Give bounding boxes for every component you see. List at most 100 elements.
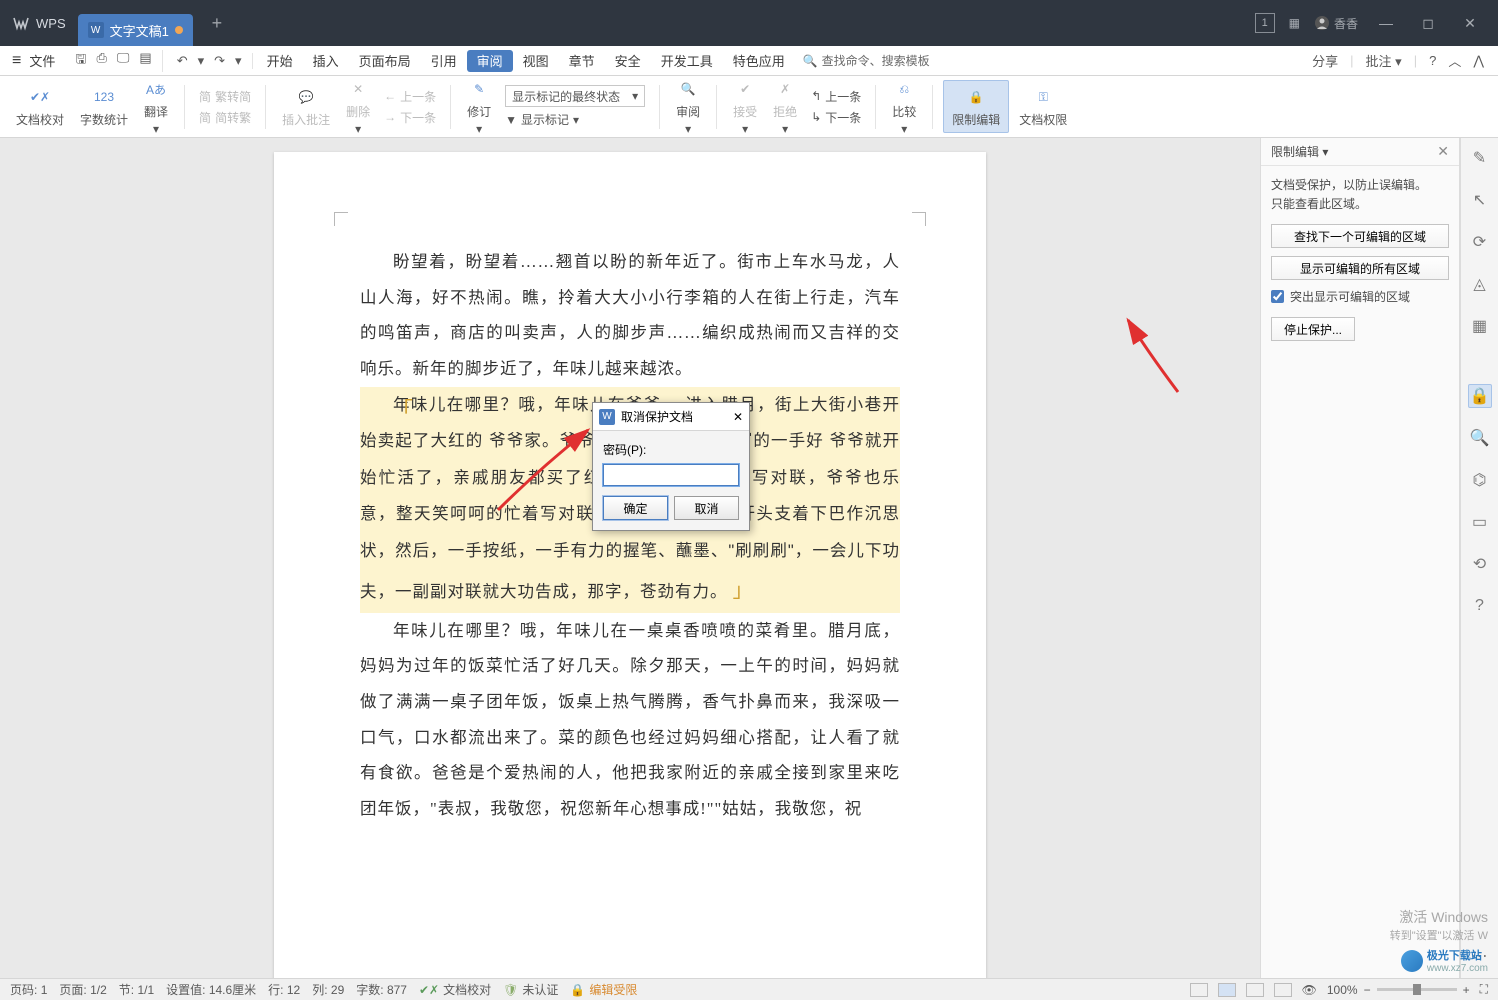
search-side-icon[interactable]: 🔍 bbox=[1468, 426, 1492, 450]
note-icon[interactable]: ▭ bbox=[1468, 510, 1492, 534]
track-state-combo[interactable]: 显示标记的最终状态▾ bbox=[505, 85, 645, 107]
tab-view[interactable]: 视图 bbox=[513, 46, 559, 75]
simp2trad-button[interactable]: 简 繁转简 bbox=[199, 88, 251, 105]
ok-button[interactable]: 确定 bbox=[603, 496, 668, 520]
accept-button[interactable]: ✔接受▾ bbox=[727, 77, 763, 136]
zoom-in-icon[interactable]: + bbox=[1463, 983, 1470, 997]
status-position[interactable]: 设置值: 14.6厘米 bbox=[166, 981, 256, 998]
cmp-next-button[interactable]: ↳ 下一条 bbox=[811, 109, 861, 126]
zoom-out-icon[interactable]: − bbox=[1364, 983, 1371, 997]
password-input[interactable] bbox=[603, 464, 739, 486]
show-all-editable-button[interactable]: 显示可编辑的所有区域 bbox=[1271, 256, 1449, 280]
delete-ann-button[interactable]: ✕删除▾ bbox=[340, 77, 376, 136]
collapse-ribbon-icon[interactable]: ︿ bbox=[1448, 51, 1461, 70]
wordcount-button[interactable]: 123字数统计 bbox=[74, 85, 134, 128]
view-mode4-button[interactable] bbox=[1274, 983, 1292, 997]
modified-dot-icon bbox=[175, 26, 183, 34]
command-search[interactable]: 🔍 查找命令、搜索模板 bbox=[803, 52, 930, 69]
compare-button[interactable]: ⎌比较▾ bbox=[886, 77, 922, 136]
apps-icon[interactable]: ▦ bbox=[1289, 16, 1300, 30]
insert-ann-button[interactable]: 💬插入批注 bbox=[276, 85, 336, 128]
view-mode1-button[interactable] bbox=[1190, 983, 1208, 997]
translate-button[interactable]: Aあ翻译▾ bbox=[138, 77, 174, 136]
close-button[interactable]: ✕ bbox=[1456, 15, 1484, 32]
zoom-control[interactable]: 100% − + bbox=[1327, 983, 1470, 997]
share-button[interactable]: 分享 bbox=[1312, 51, 1338, 70]
view-mode2-button[interactable] bbox=[1218, 983, 1236, 997]
undo-icon[interactable]: ↶ bbox=[177, 53, 188, 69]
help2-icon[interactable]: ? bbox=[1468, 594, 1492, 618]
unprotect-dialog: W取消保护文档 ✕ 密码(P): 确定 取消 bbox=[592, 402, 750, 531]
print-icon[interactable]: ⎙ bbox=[96, 50, 106, 72]
file-menu[interactable]: 文件 bbox=[29, 51, 65, 70]
dialog-close-icon[interactable]: ✕ bbox=[733, 410, 743, 424]
status-auth[interactable]: 🛡未认证 bbox=[503, 981, 558, 998]
user-avatar-icon[interactable]: 香香 bbox=[1314, 15, 1358, 32]
view-mode3-button[interactable] bbox=[1246, 983, 1264, 997]
cancel-button[interactable]: 取消 bbox=[674, 496, 739, 520]
tab-reference[interactable]: 引用 bbox=[421, 46, 467, 75]
status-pages[interactable]: 页面: 1/2 bbox=[59, 981, 106, 998]
find-next-editable-button[interactable]: 查找下一个可编辑的区域 bbox=[1271, 224, 1449, 248]
tab-insert[interactable]: 插入 bbox=[303, 46, 349, 75]
right-tool-strip: ✎ ↖ ⟳ ◬ ▦ 🔒 🔍 ⌬ ▭ ⟲ ? ⋯ bbox=[1460, 138, 1498, 978]
status-page[interactable]: 页码: 1 bbox=[10, 981, 47, 998]
save-icon[interactable]: 🖫 bbox=[75, 50, 86, 72]
eye-icon[interactable]: 👁 bbox=[1302, 983, 1317, 997]
undo-more-icon[interactable]: ▾ bbox=[198, 53, 205, 69]
tab-security[interactable]: 安全 bbox=[605, 46, 651, 75]
annotate-button[interactable]: 批注 ▾ bbox=[1366, 51, 1402, 70]
status-section[interactable]: 节: 1/1 bbox=[119, 981, 154, 998]
reject-button[interactable]: ✗拒绝▾ bbox=[767, 77, 803, 136]
status-words[interactable]: 字数: 877 bbox=[356, 981, 407, 998]
password-label: 密码(P): bbox=[603, 441, 739, 458]
grid-icon[interactable]: ▦ bbox=[1468, 314, 1492, 338]
tab-layout[interactable]: 页面布局 bbox=[349, 46, 421, 75]
cmp-prev-button[interactable]: ↰ 上一条 bbox=[811, 88, 861, 105]
show-mark-button[interactable]: ▼ 显示标记 ▾ bbox=[505, 111, 645, 128]
status-proof[interactable]: ✔✗文档校对 bbox=[419, 981, 491, 998]
tab-review[interactable]: 审阅 bbox=[467, 50, 513, 72]
document-tab[interactable]: W 文字文稿1 bbox=[78, 14, 193, 46]
preview-icon[interactable]: 🖵 bbox=[117, 50, 130, 72]
refresh-icon[interactable]: ⟳ bbox=[1468, 230, 1492, 254]
highlight-editable-checkbox[interactable]: 突出显示可编辑的区域 bbox=[1271, 288, 1449, 305]
help-icon[interactable]: ? bbox=[1429, 53, 1436, 68]
tab-devtools[interactable]: 开发工具 bbox=[651, 46, 723, 75]
more-icon[interactable]: ⋀ bbox=[1473, 53, 1484, 69]
notification-badge[interactable]: 1 bbox=[1255, 13, 1275, 33]
status-row[interactable]: 行: 12 bbox=[268, 981, 300, 998]
minimize-button[interactable]: — bbox=[1372, 15, 1400, 31]
restrict-edit-button[interactable]: 🔒限制编辑 bbox=[943, 80, 1009, 133]
cursor-icon[interactable]: ↖ bbox=[1468, 188, 1492, 212]
status-restricted[interactable]: 🔒编辑受限 bbox=[570, 981, 637, 998]
wps-brand[interactable]: WPS bbox=[0, 14, 78, 32]
stop-protection-button[interactable]: 停止保护... bbox=[1271, 317, 1355, 341]
revise-button[interactable]: ✎修订▾ bbox=[461, 77, 497, 136]
tab-featured[interactable]: 特色应用 bbox=[723, 46, 795, 75]
dialog-title: 取消保护文档 bbox=[621, 408, 693, 425]
hamburger-icon[interactable]: ≡ bbox=[0, 52, 29, 70]
prev-ann-button[interactable]: ← 上一条 bbox=[384, 88, 436, 105]
doc-perm-button[interactable]: ⚿文档权限 bbox=[1013, 85, 1073, 128]
next-ann-button[interactable]: → 下一条 bbox=[384, 109, 436, 126]
quick-icon[interactable]: ▤ bbox=[139, 50, 151, 72]
proofread-button[interactable]: ✔✗文档校对 bbox=[10, 85, 70, 128]
new-tab-button[interactable]: + bbox=[203, 9, 231, 37]
shape-icon[interactable]: ◬ bbox=[1468, 272, 1492, 296]
tab-section[interactable]: 章节 bbox=[559, 46, 605, 75]
pane-close-icon[interactable]: ✕ bbox=[1437, 143, 1449, 160]
redo-icon[interactable]: ↷ bbox=[214, 53, 225, 69]
tab-start[interactable]: 开始 bbox=[257, 46, 303, 75]
fullscreen-icon[interactable]: ⛶ bbox=[1480, 982, 1488, 997]
review-button[interactable]: 🔍审阅▾ bbox=[670, 77, 706, 136]
status-col[interactable]: 列: 29 bbox=[312, 981, 344, 998]
tree-icon[interactable]: ⌬ bbox=[1468, 468, 1492, 492]
pen-icon[interactable]: ✎ bbox=[1468, 146, 1492, 170]
redo-more-icon[interactable]: ▾ bbox=[235, 53, 242, 69]
maximize-button[interactable]: ◻ bbox=[1414, 15, 1442, 32]
trad2simp-button[interactable]: 简 简转繁 bbox=[199, 109, 251, 126]
lock-icon[interactable]: 🔒 bbox=[1468, 384, 1492, 408]
document-canvas[interactable]: 盼望着，盼望着……翘首以盼的新年近了。街市上车水马龙，人山人海，好不热闹。瞧，拎… bbox=[0, 138, 1260, 978]
history-icon[interactable]: ⟲ bbox=[1468, 552, 1492, 576]
